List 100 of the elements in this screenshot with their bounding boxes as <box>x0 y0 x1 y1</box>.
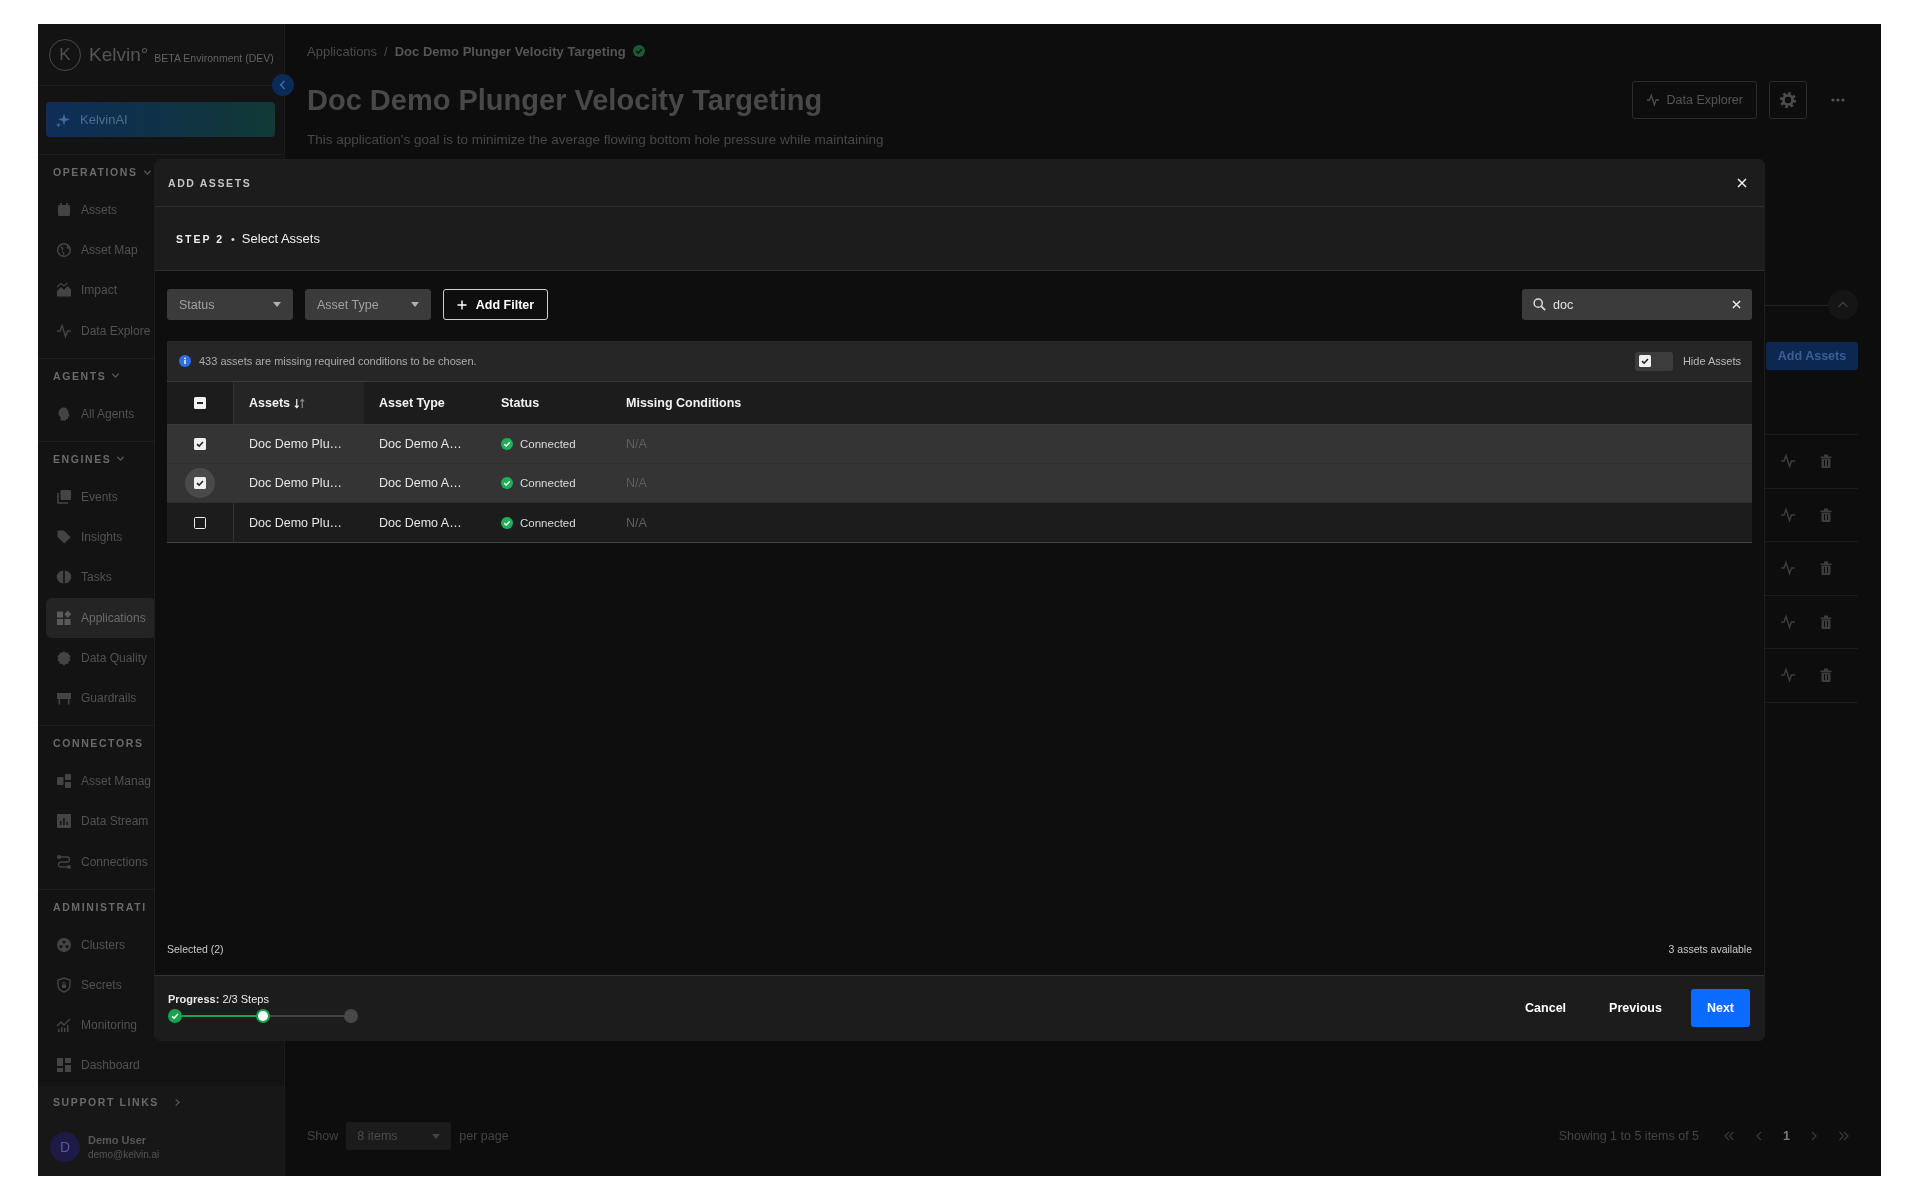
environment-label: BETA Environment (DEV) <box>154 52 274 64</box>
nav-item[interactable]: Impact <box>46 270 156 311</box>
close-icon[interactable] <box>1737 178 1747 188</box>
column-header: Status <box>500 395 541 412</box>
shield-icon <box>56 976 72 993</box>
nav-item[interactable]: Events <box>46 476 156 518</box>
footer-button[interactable]: Cancel <box>1511 989 1581 1027</box>
add-filter-button[interactable]: Add Filter <box>443 289 548 320</box>
data-explorer-button[interactable]: Data Explorer <box>1631 81 1757 119</box>
status-label: Connected <box>520 438 576 450</box>
trash-icon[interactable] <box>1818 613 1834 630</box>
section-heading: CONNECTORS <box>53 737 144 750</box>
nav-item[interactable]: Data Quality <box>46 637 156 678</box>
page-number[interactable]: 1 <box>1783 1129 1790 1143</box>
status-label: Connected <box>520 516 576 529</box>
first-page-icon[interactable] <box>1723 1130 1736 1142</box>
user-avatar[interactable]: D <box>50 1132 80 1162</box>
column-header: Missing Conditions <box>625 395 743 412</box>
notice-text: 433 assets are missing required conditions to be chosen. <box>199 355 477 367</box>
pulse-icon[interactable] <box>1780 560 1796 577</box>
checkbox[interactable] <box>194 516 206 529</box>
gear-icon <box>1779 91 1797 109</box>
check-circle-icon <box>501 516 513 529</box>
add-assets-button[interactable]: Add Assets <box>1766 342 1858 370</box>
kelvin-ai-button[interactable]: KelvinAI <box>46 102 275 137</box>
nav-item[interactable]: Dashboard <box>46 1045 156 1086</box>
support-links-heading[interactable]: SUPPORT LINKS <box>53 1096 159 1108</box>
cluster-icon <box>56 936 72 953</box>
clear-icon[interactable] <box>1732 300 1741 309</box>
bar-chart-icon <box>56 813 72 830</box>
table-row[interactable]: Doc Demo Plu… Doc Demo A… Connected N/A <box>167 503 1752 542</box>
chevron-left-icon[interactable] <box>272 74 294 96</box>
nav-item[interactable]: Tasks <box>46 557 156 598</box>
chevron-down-icon[interactable] <box>111 371 121 381</box>
nav-item[interactable]: Connections <box>46 841 156 882</box>
nav-item[interactable]: Clusters <box>46 924 156 965</box>
step-number: STEP 2 <box>176 232 224 245</box>
filter-dropdown[interactable]: Status <box>167 289 293 320</box>
chevron-right-icon[interactable] <box>173 1097 182 1107</box>
page-title: Doc Demo Plunger Velocity Targeting <box>307 83 823 117</box>
nav-item[interactable]: All Agents <box>46 393 156 434</box>
settings-button[interactable] <box>1769 81 1807 119</box>
nav-item[interactable]: Data Explore <box>46 310 156 351</box>
nav-item[interactable]: Secrets <box>46 964 156 1005</box>
next-button[interactable]: Next <box>1690 989 1750 1027</box>
nav-item[interactable]: Assets <box>46 190 156 231</box>
star-card-icon <box>56 489 72 506</box>
grid-icon <box>56 609 72 626</box>
footer-button[interactable]: Previous <box>1595 989 1676 1027</box>
toggle-switch[interactable] <box>1634 351 1673 371</box>
breadcrumb-link[interactable]: Applications <box>307 43 378 59</box>
modal-title: ADD ASSETS <box>168 177 252 189</box>
nav-item[interactable]: Asset Map <box>46 230 156 271</box>
filter-dropdown[interactable]: Asset Type <box>305 289 431 320</box>
section-heading: AGENTS <box>53 369 107 382</box>
check-circle-icon <box>501 477 513 489</box>
nav-item[interactable]: Data Stream <box>46 801 156 842</box>
pulse-icon[interactable] <box>1780 506 1796 523</box>
trash-icon[interactable] <box>1818 453 1834 470</box>
table-cell: N/A <box>626 515 647 530</box>
user-name: Demo User <box>88 1134 148 1146</box>
checkbox[interactable] <box>194 438 206 450</box>
pulse-icon[interactable] <box>1780 667 1796 684</box>
pulse-icon <box>56 322 72 339</box>
pulse-icon[interactable] <box>1780 453 1796 470</box>
checkbox[interactable] <box>194 477 206 489</box>
plus-icon <box>456 299 467 310</box>
step-separator: • <box>231 232 235 245</box>
area-chart-icon <box>56 282 72 299</box>
nav-item[interactable]: Insights <box>46 517 156 558</box>
trash-icon[interactable] <box>1818 506 1834 523</box>
nav-item[interactable]: Applications <box>46 597 156 638</box>
check-circle-icon <box>632 45 645 57</box>
pulse-icon[interactable] <box>1780 613 1796 630</box>
sort-icon[interactable] <box>294 397 305 409</box>
pulse-icon <box>1645 93 1660 107</box>
nav-item[interactable]: Monitoring <box>46 1005 156 1046</box>
step-title: Select Assets <box>241 231 320 246</box>
head-icon <box>56 405 72 422</box>
table-cell: Doc Demo A… <box>379 437 462 451</box>
blocks-icon <box>56 773 72 790</box>
nav-item[interactable]: Asset Manag <box>46 761 156 802</box>
checkbox[interactable] <box>1638 355 1651 367</box>
dashboard-icon <box>56 1057 72 1074</box>
available-count: 3 assets available <box>1668 943 1752 957</box>
nav-item[interactable]: Guardrails <box>46 677 156 719</box>
caret-icon <box>411 302 419 307</box>
info-icon <box>179 355 191 367</box>
chevron-up-icon[interactable] <box>1828 290 1858 320</box>
chevron-down-icon[interactable] <box>116 454 126 464</box>
trash-icon[interactable] <box>1818 667 1834 684</box>
logo-wordmark: Kelvin° <box>89 43 149 66</box>
column-header[interactable]: Assets <box>234 382 364 424</box>
trash-icon[interactable] <box>1818 560 1834 577</box>
section-heading: OPERATIONS <box>53 166 138 178</box>
last-page-icon[interactable] <box>1838 1130 1850 1142</box>
more-icon[interactable] <box>1831 98 1845 102</box>
search-field[interactable]: doc <box>1522 289 1752 320</box>
select-all-checkbox[interactable] <box>194 397 206 409</box>
table-cell: Doc Demo A… <box>379 476 462 490</box>
